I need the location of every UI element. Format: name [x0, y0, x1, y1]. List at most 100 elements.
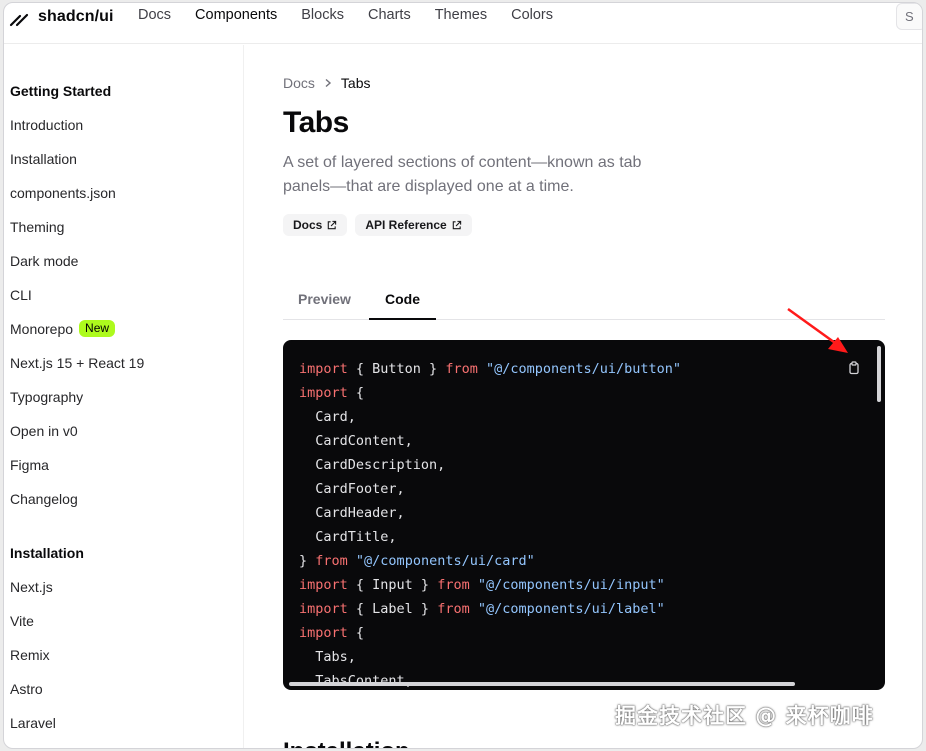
- code-keyword: from: [315, 553, 348, 569]
- sidebar-item-label: Theming: [10, 219, 65, 235]
- nav-docs[interactable]: Docs: [138, 7, 171, 23]
- sidebar-item-label: Figma: [10, 457, 49, 473]
- code-text: Card,: [299, 409, 356, 425]
- code-string: "@/components/ui/button": [485, 361, 682, 377]
- code-text: { Input }: [347, 577, 438, 593]
- sidebar-item-laravel[interactable]: Laravel: [10, 715, 56, 731]
- code-string: "@/components/ui/card": [355, 553, 535, 569]
- sidebar-item-nextjs[interactable]: Next.js: [10, 579, 53, 595]
- search-button[interactable]: S: [896, 3, 922, 30]
- code-line: Card,: [299, 405, 681, 429]
- sidebar-group-getting-started: Getting Started: [10, 83, 112, 99]
- sidebar-item-nextjs-react[interactable]: Next.js 15 + React 19: [10, 355, 144, 371]
- code-line: import { Input } from "@/components/ui/i…: [299, 573, 681, 597]
- sidebar-item-introduction[interactable]: Introduction: [10, 117, 83, 133]
- code-text: CardContent,: [299, 433, 413, 449]
- code-text: CardHeader,: [299, 505, 405, 521]
- browser-frame: shadcn/ui Docs Components Blocks Charts …: [3, 2, 923, 749]
- nav-blocks[interactable]: Blocks: [301, 7, 344, 23]
- sidebar-item-label: Monorepo: [10, 320, 74, 337]
- tab-code[interactable]: Code: [385, 291, 420, 307]
- watermark: 掘金技术社区 @ 来杯咖啡: [615, 704, 874, 728]
- sidebar-item-label: components.json: [10, 185, 116, 201]
- sidebar-item-dark-mode[interactable]: Dark mode: [10, 253, 78, 269]
- docs-link-badge[interactable]: Docs: [283, 214, 348, 236]
- code-text: { Label }: [347, 601, 438, 617]
- code-keyword: import: [299, 577, 348, 593]
- api-reference-badge[interactable]: API Reference: [355, 214, 472, 236]
- code-string: "@/components/ui/input": [477, 577, 665, 593]
- sidebar-item-vite[interactable]: Vite: [10, 613, 34, 629]
- sidebar-item-figma[interactable]: Figma: [10, 457, 49, 473]
- sidebar-item-label: Installation: [10, 151, 77, 167]
- sidebar-item-installation[interactable]: Installation: [10, 151, 77, 167]
- external-link-icon: [452, 220, 461, 229]
- code-text: CardTitle,: [299, 529, 397, 545]
- code-text: { Button }: [347, 361, 446, 377]
- copy-icon[interactable]: [846, 360, 862, 376]
- code-block: import { Button } from "@/components/ui/…: [283, 340, 885, 690]
- horizontal-scrollbar[interactable]: [289, 682, 795, 686]
- code-text: {: [347, 385, 365, 401]
- sidebar-item-astro[interactable]: Astro: [10, 681, 43, 697]
- code-line: Tabs,: [299, 645, 681, 669]
- sidebar-item-label: Vite: [10, 613, 34, 629]
- sidebar-item-cli[interactable]: CLI: [10, 287, 32, 303]
- tab-preview[interactable]: Preview: [298, 291, 351, 307]
- external-link-icon: [328, 220, 337, 229]
- site-logo[interactable]: shadcn/ui: [8, 6, 114, 28]
- sidebar-item-label: CLI: [10, 287, 32, 303]
- reference-links: Docs API Reference: [283, 214, 472, 236]
- code-text: {: [347, 625, 365, 641]
- breadcrumb: Docs Tabs: [283, 75, 370, 91]
- vertical-scrollbar[interactable]: [877, 346, 881, 402]
- sidebar-item-changelog[interactable]: Changelog: [10, 491, 78, 507]
- new-badge: New: [79, 320, 116, 337]
- code-text: }: [299, 553, 316, 569]
- sidebar-item-typography[interactable]: Typography: [10, 389, 83, 405]
- code-line: } from "@/components/ui/card": [299, 549, 681, 573]
- code-keyword: import: [299, 625, 348, 641]
- sidebar-group-installation: Installation: [10, 545, 84, 561]
- red-arrow-annotation: [787, 307, 848, 353]
- code-keyword: import: [299, 385, 348, 401]
- code-line: import { Button } from "@/components/ui/…: [299, 357, 681, 381]
- breadcrumb-current: Tabs: [340, 75, 371, 91]
- code-line: CardFooter,: [299, 477, 681, 501]
- sidebar-item-components-json[interactable]: components.json: [10, 185, 116, 201]
- docs-link-label: Docs: [293, 218, 323, 232]
- sidebar-item-label: Introduction: [10, 117, 84, 133]
- sidebar-item-label: Remix: [10, 647, 50, 663]
- code-line: CardContent,: [299, 429, 681, 453]
- nav-components[interactable]: Components: [195, 7, 277, 23]
- sidebar-item-label: Laravel: [10, 715, 56, 731]
- sidebar-item-open-in-v0[interactable]: Open in v0: [10, 423, 78, 439]
- api-reference-label: API Reference: [365, 218, 447, 232]
- nav-charts[interactable]: Charts: [368, 7, 411, 23]
- code-text: Tabs,: [299, 649, 356, 665]
- code-content: import { Button } from "@/components/ui/…: [299, 357, 681, 690]
- brand-name: shadcn/ui: [38, 8, 114, 25]
- breadcrumb-docs[interactable]: Docs: [283, 75, 315, 91]
- sidebar-item-monorepo[interactable]: Monorepo New: [10, 320, 116, 337]
- code-string: "@/components/ui/label": [477, 601, 665, 617]
- nav-colors[interactable]: Colors: [511, 7, 553, 23]
- installation-heading: Installation: [283, 738, 410, 748]
- sidebar-item-label: Typography: [10, 389, 84, 405]
- logo-slashes-icon: [9, 13, 29, 27]
- code-text: TabsContent,: [299, 673, 413, 689]
- sidebar: Getting Started Introduction Installatio…: [4, 45, 244, 748]
- code-keyword: from: [445, 361, 478, 377]
- code-keyword: import: [299, 601, 348, 617]
- sidebar-item-remix[interactable]: Remix: [10, 647, 50, 663]
- code-line: import {: [299, 381, 681, 405]
- code-line: CardHeader,: [299, 501, 681, 525]
- nav-themes[interactable]: Themes: [435, 7, 487, 23]
- code-line: TabsContent,: [299, 669, 681, 690]
- sidebar-item-label: Dark mode: [10, 253, 79, 269]
- sidebar-item-theming[interactable]: Theming: [10, 219, 64, 235]
